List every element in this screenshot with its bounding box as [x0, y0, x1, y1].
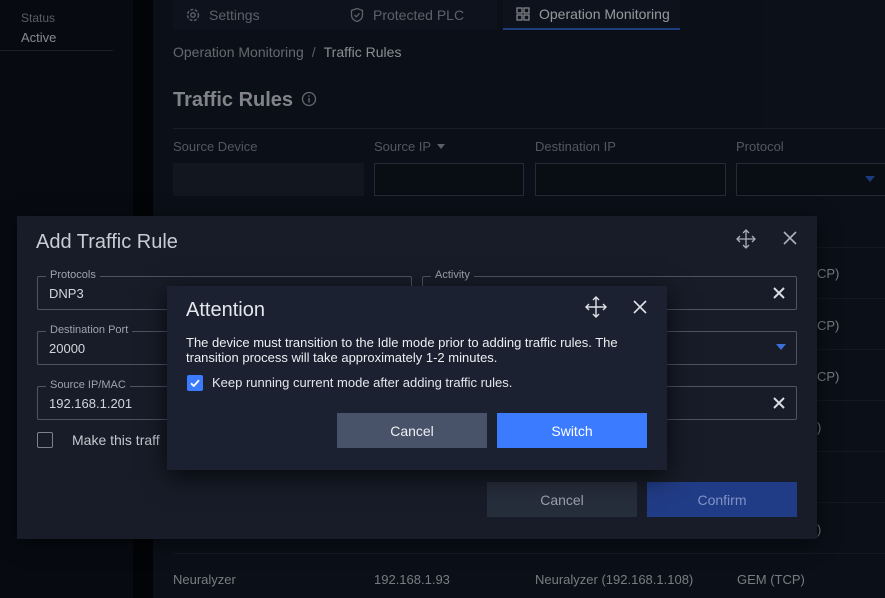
app-root: Status Active Settings Protected PLC Ope… [0, 0, 885, 598]
attention-dialog: Attention The device must transition to … [167, 286, 667, 470]
clear-icon[interactable] [772, 286, 786, 300]
close-icon[interactable] [781, 229, 799, 247]
clear-icon[interactable] [772, 396, 786, 410]
activity-label: Activity [431, 269, 474, 281]
move-icon[interactable] [585, 296, 607, 318]
cancel-button[interactable]: Cancel [487, 482, 637, 517]
attention-title: Attention [186, 299, 265, 321]
checkmark-icon [190, 379, 200, 388]
chevron-down-icon [776, 344, 786, 350]
keep-running-checkbox[interactable] [187, 375, 203, 391]
dialog-title: Add Traffic Rule [36, 231, 178, 253]
move-icon[interactable] [736, 229, 756, 249]
attention-cancel-button[interactable]: Cancel [337, 413, 487, 448]
protocols-label: Protocols [46, 269, 100, 281]
destination-port-value: 20000 [49, 341, 86, 356]
protocols-value: DNP3 [49, 286, 84, 301]
make-rule-checkbox-label: Make this traff [72, 432, 160, 448]
destination-port-label: Destination Port [46, 324, 133, 336]
close-icon[interactable] [632, 299, 648, 315]
keep-running-checkbox-label: Keep running current mode after adding t… [212, 375, 513, 390]
switch-button[interactable]: Switch [497, 413, 647, 448]
source-ip-mac-label: Source IP/MAC [46, 379, 130, 391]
attention-message: The device must transition to the Idle m… [186, 335, 618, 365]
confirm-button[interactable]: Confirm [647, 482, 797, 517]
source-ip-mac-value: 192.168.1.201 [49, 396, 133, 411]
make-rule-checkbox[interactable] [37, 432, 53, 448]
